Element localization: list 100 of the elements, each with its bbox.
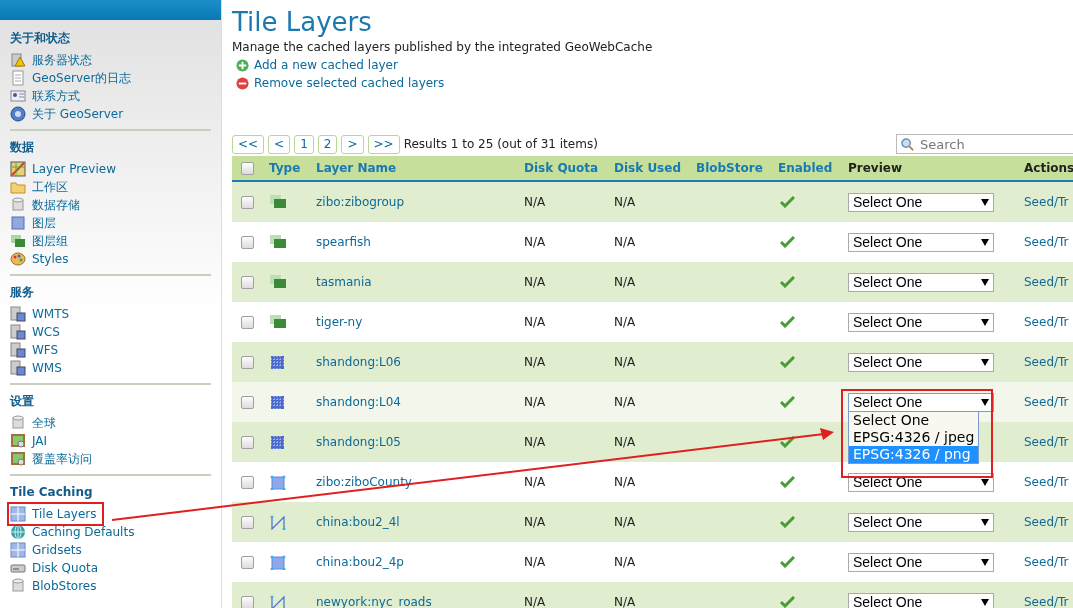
sidebar-item[interactable]: BlobStores (10, 577, 101, 595)
sidebar-item[interactable]: GeoServer的日志 (10, 69, 136, 87)
sidebar-item[interactable]: WCS (10, 323, 64, 341)
checkbox[interactable] (240, 235, 254, 249)
layer-name-link[interactable]: spearfish (316, 235, 371, 249)
sidebar-heading: 设置 (10, 393, 35, 410)
raster-icon (270, 354, 286, 370)
checkbox[interactable] (240, 195, 254, 209)
sidebar-item[interactable]: WFS (10, 341, 63, 359)
sidebar-item[interactable]: 图层组 (10, 232, 72, 250)
seed-truncate-link[interactable]: Seed/Tr (1024, 195, 1069, 209)
column-header[interactable]: Disk Quota (517, 159, 607, 177)
preview-select[interactable]: Select One (848, 312, 994, 332)
help-icon (10, 106, 26, 122)
sidebar-item[interactable]: JAI (10, 432, 52, 450)
page-button[interactable]: < (268, 134, 291, 154)
search-field[interactable]: Search (896, 134, 1073, 154)
table-cell: N/A (614, 235, 636, 249)
preview-select[interactable]: Select One (848, 392, 994, 412)
layer-name-link[interactable]: zibo:ziboCounty (316, 475, 412, 489)
checkbox[interactable] (240, 595, 254, 608)
column-header: Actions (1023, 160, 1073, 177)
sidebar-item[interactable]: 全球 (10, 414, 60, 432)
dropdown-option[interactable]: Select One (849, 411, 978, 429)
checkbox[interactable] (240, 161, 254, 175)
sidebar-item[interactable]: Tile Layers (10, 505, 101, 523)
image-icon (10, 451, 26, 467)
dropdown-arrow-icon (981, 278, 989, 286)
sidebar-heading: Tile Caching (10, 484, 94, 501)
layer-name-link[interactable]: newyork:nyc_roads (316, 595, 432, 608)
dropdown-option[interactable]: EPSG:4326 / png (849, 445, 978, 463)
sidebar-item[interactable]: WMTS (10, 305, 74, 323)
seed-truncate-link[interactable]: Seed/Tr (1024, 315, 1069, 329)
sidebar-item[interactable]: Disk Quota (10, 559, 103, 577)
table-cell: N/A (614, 195, 636, 209)
sidebar-item[interactable]: Gridsets (10, 541, 86, 559)
checkbox[interactable] (240, 275, 254, 289)
seed-truncate-link[interactable]: Seed/Tr (1024, 275, 1069, 289)
layer-name-link[interactable]: china:bou2_4l (316, 515, 400, 529)
page-button[interactable]: >> (367, 134, 400, 154)
seed-truncate-link[interactable]: Seed/Tr (1024, 355, 1069, 369)
preview-select[interactable]: Select One (848, 552, 994, 572)
preview-select[interactable]: Select One (848, 232, 994, 252)
checkbox[interactable] (240, 395, 254, 409)
map-preview-icon (10, 161, 26, 177)
layer-name-link[interactable]: shandong:L05 (316, 435, 401, 449)
table-cell: N/A (524, 395, 546, 409)
sidebar-item[interactable]: 覆盖率访问 (10, 450, 96, 468)
page-button[interactable]: << (232, 134, 265, 154)
column-header[interactable]: Layer Name (309, 159, 517, 177)
seed-truncate-link[interactable]: Seed/Tr (1024, 395, 1069, 409)
sidebar-item[interactable]: 联系方式 (10, 87, 84, 105)
sidebar-item[interactable]: WMS (10, 359, 66, 377)
page-button[interactable]: > (341, 134, 364, 154)
checkbox[interactable] (240, 555, 254, 569)
checkbox[interactable] (240, 475, 254, 489)
checkbox[interactable] (240, 435, 254, 449)
checkbox[interactable] (240, 355, 254, 369)
column-header[interactable]: Type (262, 159, 309, 177)
preview-select[interactable]: Select One (848, 272, 994, 292)
checkbox[interactable] (240, 515, 254, 529)
layer-name-link[interactable]: china:bou2_4p (316, 555, 404, 569)
dropdown-option[interactable]: EPSG:4326 / jpeg (849, 428, 978, 446)
sidebar-item[interactable]: 图层 (10, 214, 60, 232)
preview-select[interactable]: Select One (848, 512, 994, 532)
sidebar-item[interactable]: 数据存储 (10, 196, 84, 214)
dropdown-arrow-icon (981, 318, 989, 326)
action-link[interactable]: Add a new cached layer (254, 56, 398, 74)
seed-truncate-link[interactable]: Seed/Tr (1024, 555, 1069, 569)
server-icon (10, 360, 26, 376)
layer-name-link[interactable]: shandong:L04 (316, 395, 401, 409)
seed-truncate-link[interactable]: Seed/Tr (1024, 595, 1069, 608)
layer-name-link[interactable]: tiger-ny (316, 315, 363, 329)
layer-name-link[interactable]: shandong:L06 (316, 355, 401, 369)
sidebar-item[interactable]: Layer Preview (10, 160, 120, 178)
database-icon (10, 415, 26, 431)
checkbox[interactable] (240, 315, 254, 329)
preview-select[interactable]: Select One (848, 592, 994, 608)
seed-truncate-link[interactable]: Seed/Tr (1024, 475, 1069, 489)
polygon-icon (270, 474, 286, 490)
action-link[interactable]: Remove selected cached layers (254, 74, 445, 92)
seed-truncate-link[interactable]: Seed/Tr (1024, 235, 1069, 249)
preview-select[interactable]: Select One (848, 192, 994, 212)
column-header[interactable]: Disk Used (607, 159, 689, 177)
sidebar-item[interactable]: 关于 GeoServer (10, 105, 128, 123)
column-header[interactable]: Enabled (771, 159, 841, 177)
page-button[interactable]: 2 (317, 134, 338, 154)
dropdown-arrow-icon (981, 478, 989, 486)
preview-select[interactable]: Select One (848, 352, 994, 372)
layer-name-link[interactable]: tasmania (316, 275, 372, 289)
sidebar-heading: 数据 (10, 139, 35, 156)
sidebar-item[interactable]: Caching Defaults (10, 523, 139, 541)
layer-name-link[interactable]: zibo:zibogroup (316, 195, 405, 209)
seed-truncate-link[interactable]: Seed/Tr (1024, 515, 1069, 529)
page-button[interactable]: 1 (294, 134, 314, 154)
sidebar-item[interactable]: 服务器状态 (10, 51, 96, 69)
column-header[interactable]: BlobStore (689, 159, 771, 177)
sidebar-item[interactable]: 工作区 (10, 178, 72, 196)
sidebar-item[interactable]: Styles (10, 250, 73, 268)
seed-truncate-link[interactable]: Seed/Tr (1024, 435, 1069, 449)
